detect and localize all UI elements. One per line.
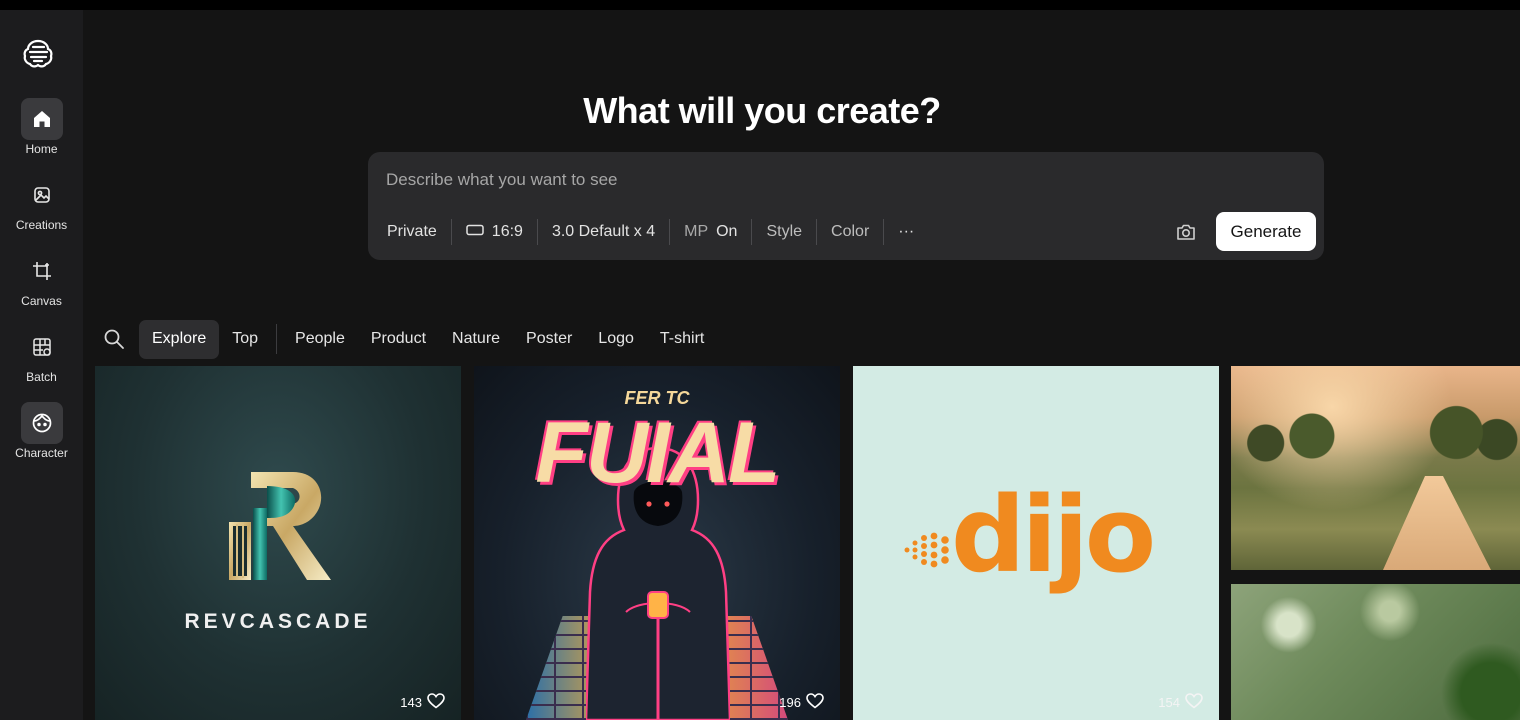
divider xyxy=(450,219,452,245)
magic-prompt-label: MP xyxy=(684,223,709,240)
divider xyxy=(816,219,818,245)
model-label: 3.0 Default x 4 xyxy=(551,223,656,240)
crop-icon xyxy=(21,250,63,292)
sidebar-item-creations[interactable]: Creations xyxy=(0,174,83,244)
filter-people[interactable]: People xyxy=(282,320,358,359)
gallery-card[interactable]: REVCASCADE 143 xyxy=(95,366,461,720)
visibility-label: Private xyxy=(387,223,437,240)
sidebar-item-batch[interactable]: Batch xyxy=(0,326,83,396)
aspect-ratio-label: 16:9 xyxy=(491,223,523,240)
magic-prompt-value: On xyxy=(716,223,738,240)
filter-tshirt[interactable]: T-shirt xyxy=(647,320,717,359)
style-selector[interactable]: Style xyxy=(755,218,813,246)
image-gallery: REVCASCADE 143 FER TC FUIAL 196 dijo 154 xyxy=(95,366,1520,720)
gallery-card[interactable]: dijo 154 xyxy=(853,366,1219,720)
grid-icon xyxy=(21,326,63,368)
like-counter[interactable]: 196 xyxy=(779,693,824,712)
heart-icon xyxy=(427,693,445,712)
visibility-toggle[interactable]: Private xyxy=(376,218,448,246)
brand-name: REVCASCADE xyxy=(184,610,372,633)
more-options-button[interactable]: ··· xyxy=(887,218,925,246)
poster-title: FUIAL xyxy=(535,405,780,501)
sidebar-item-label: Home xyxy=(25,142,58,156)
like-counter[interactable]: 154 xyxy=(1158,693,1203,712)
sidebar-item-label: Creations xyxy=(15,218,68,232)
image-icon xyxy=(21,174,63,216)
stream xyxy=(1383,476,1491,570)
filter-product[interactable]: Product xyxy=(358,320,439,359)
magic-prompt-toggle[interactable]: MP On xyxy=(673,218,748,246)
heart-icon xyxy=(806,693,824,712)
character-face-icon xyxy=(20,402,63,444)
filter-top[interactable]: Top xyxy=(219,320,271,359)
sidebar-item-character[interactable]: Character xyxy=(0,402,83,472)
sidebar-item-label: Batch xyxy=(26,370,57,384)
like-count: 154 xyxy=(1158,695,1180,710)
like-counter[interactable]: 143 xyxy=(400,693,445,712)
window-top-bar xyxy=(0,0,1520,10)
sidebar-item-canvas[interactable]: Canvas xyxy=(0,250,83,320)
heart-icon xyxy=(1185,693,1203,712)
more-icon: ··· xyxy=(898,223,915,240)
generate-button[interactable]: Generate xyxy=(1216,212,1316,251)
prompt-input[interactable] xyxy=(386,168,1166,192)
divider xyxy=(883,219,885,245)
main-content: What will you create? Private 16:9 3.0 D… xyxy=(83,10,1520,720)
search-icon[interactable] xyxy=(101,326,127,352)
filter-poster[interactable]: Poster xyxy=(513,320,585,359)
gallery-card[interactable]: FER TC FUIAL 196 xyxy=(474,366,840,720)
prompt-box: Private 16:9 3.0 Default x 4 MP On Style… xyxy=(368,152,1324,260)
color-selector[interactable]: Color xyxy=(820,218,880,246)
filter-nature[interactable]: Nature xyxy=(439,320,513,359)
aspect-ratio-icon xyxy=(466,223,484,241)
tree-line xyxy=(1231,394,1520,464)
divider xyxy=(276,324,278,354)
sidebar-item-label: Character xyxy=(15,446,68,460)
divider xyxy=(669,219,671,245)
r-monogram-logo xyxy=(229,472,331,580)
filter-logo[interactable]: Logo xyxy=(585,320,647,359)
divider xyxy=(536,219,538,245)
divider xyxy=(751,219,753,245)
like-count: 196 xyxy=(779,695,801,710)
style-label: Style xyxy=(766,223,803,240)
category-filters: Explore Top People Product Nature Poster… xyxy=(101,319,717,359)
gallery-card-nature[interactable] xyxy=(1231,366,1520,570)
gallery-card-bokeh[interactable] xyxy=(1231,584,1520,720)
brain-logo-icon[interactable] xyxy=(20,36,56,72)
sidebar-item-label: Canvas xyxy=(21,294,62,308)
brand-name: dijo xyxy=(951,474,1156,596)
like-count: 143 xyxy=(400,695,422,710)
prompt-options-bar: Private 16:9 3.0 Default x 4 MP On Style… xyxy=(376,218,925,246)
aspect-ratio-selector[interactable]: 16:9 xyxy=(455,218,534,246)
model-selector[interactable]: 3.0 Default x 4 xyxy=(541,218,666,246)
filter-explore[interactable]: Explore xyxy=(139,319,220,359)
color-label: Color xyxy=(831,223,870,240)
page-title: What will you create? xyxy=(583,90,941,131)
camera-icon[interactable] xyxy=(1174,220,1198,244)
